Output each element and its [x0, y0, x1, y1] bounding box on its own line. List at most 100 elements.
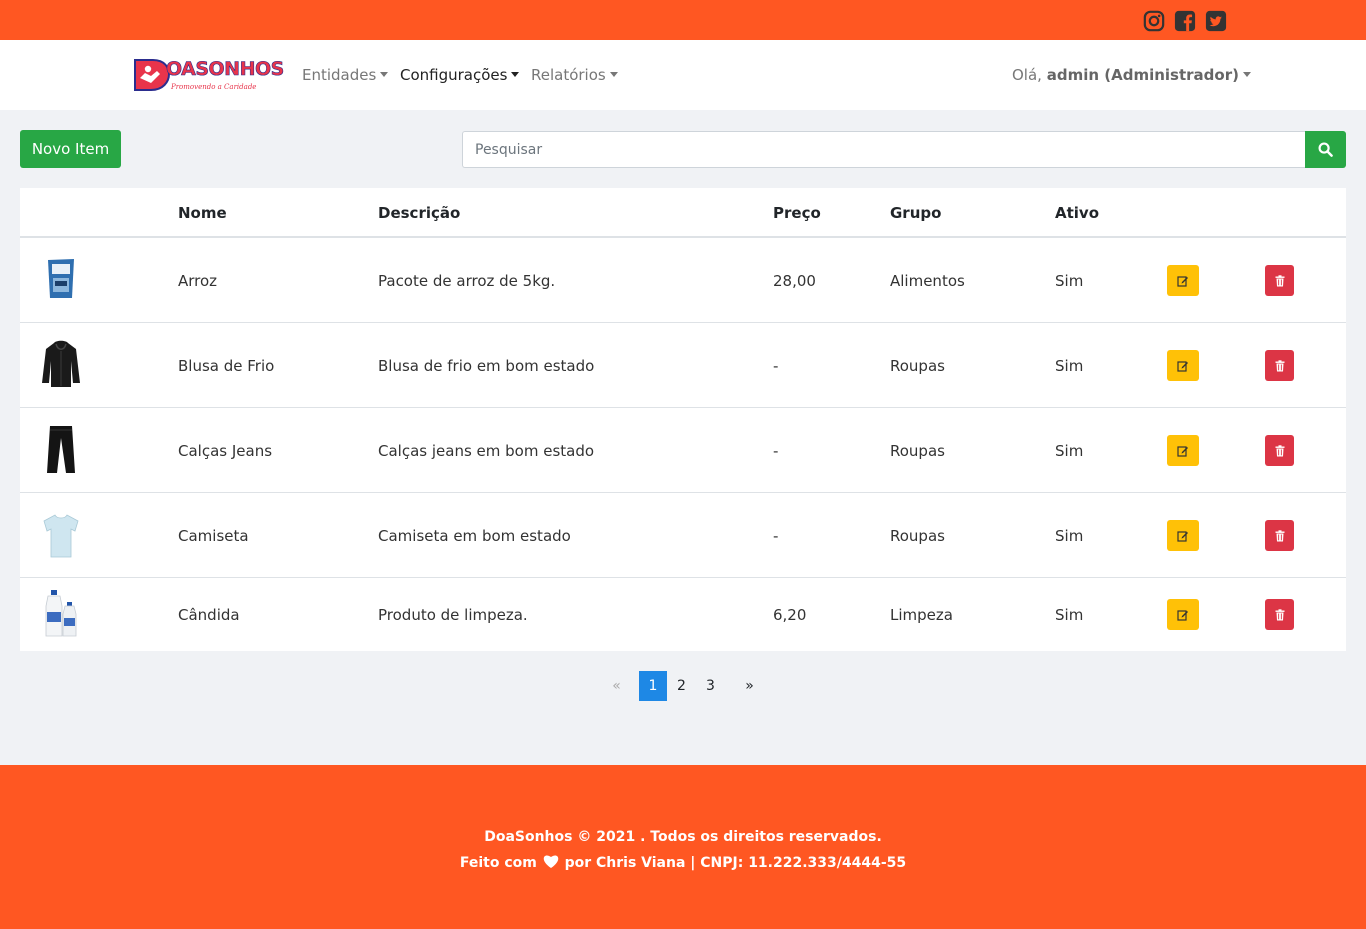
header-nome: Nome [178, 204, 227, 222]
cell-ativo: Sim [1055, 272, 1084, 290]
brand-name: OASONHOS [166, 58, 285, 81]
top-bar [0, 0, 1366, 40]
nav-configuracoes[interactable]: Configurações [400, 66, 520, 84]
cell-descricao: Calças jeans em bom estado [378, 442, 595, 460]
hoodie-icon [42, 340, 80, 387]
main-navbar: OASONHOS Promovendo a Caridade Entidades… [0, 40, 1366, 110]
brand-logo[interactable]: OASONHOS Promovendo a Caridade [131, 52, 285, 98]
page-next[interactable]: » [735, 671, 764, 701]
edit-button[interactable] [1167, 599, 1199, 630]
cell-ativo: Sim [1055, 357, 1084, 375]
cell-grupo: Alimentos [890, 272, 965, 290]
items-table: Nome Descrição Preço Grupo Ativo Arroz P… [20, 188, 1346, 651]
trash-icon [1275, 274, 1284, 286]
bleach-bottles-icon [45, 590, 77, 637]
delete-button[interactable] [1265, 435, 1294, 466]
edit-button[interactable] [1167, 435, 1199, 466]
header-ativo: Ativo [1055, 204, 1100, 222]
delete-button[interactable] [1265, 520, 1294, 551]
cell-nome: Arroz [178, 272, 218, 290]
pants-icon [47, 426, 75, 473]
caret-down-icon [1242, 72, 1251, 77]
cell-grupo: Roupas [890, 527, 945, 545]
footer-suffix: por Chris Viana | CNPJ: 11.222.333/4444-… [564, 855, 907, 871]
nav-entidades[interactable]: Entidades [302, 66, 389, 84]
trash-icon [1275, 608, 1284, 620]
delete-button[interactable] [1265, 265, 1294, 296]
caret-down-icon [609, 72, 618, 77]
nav-label: Relatórios [531, 66, 606, 84]
edit-button[interactable] [1167, 350, 1199, 381]
cell-grupo: Roupas [890, 442, 945, 460]
cell-descricao: Camiseta em bom estado [378, 527, 571, 545]
nav-relatorios[interactable]: Relatórios [531, 66, 618, 84]
cell-ativo: Sim [1055, 606, 1084, 624]
instagram-icon[interactable] [1143, 10, 1165, 32]
edit-icon [1177, 360, 1188, 372]
user-name: admin (Administrador) [1046, 66, 1239, 84]
pagination-spacer [725, 671, 735, 701]
tshirt-icon [43, 514, 79, 558]
cell-grupo: Roupas [890, 357, 945, 375]
cell-preco: - [773, 442, 779, 460]
footer: DoaSonhos © 2021 . Todos os direitos res… [0, 765, 1366, 929]
header-grupo: Grupo [890, 204, 942, 222]
cell-descricao: Produto de limpeza. [378, 606, 528, 624]
table-row: Blusa de Frio Blusa de frio em bom estad… [20, 323, 1346, 408]
cell-grupo: Limpeza [890, 606, 953, 624]
user-menu[interactable]: Olá, admin (Administrador) [1012, 66, 1251, 84]
cell-ativo: Sim [1055, 527, 1084, 545]
header-preco: Preço [773, 204, 821, 222]
table-row: Camiseta Camiseta em bom estado - Roupas… [20, 493, 1346, 578]
caret-down-icon [511, 72, 520, 77]
edit-button[interactable] [1167, 520, 1199, 551]
trash-icon [1275, 444, 1284, 456]
edit-icon [1177, 275, 1188, 287]
pagination: « 1 2 3 » [602, 671, 764, 701]
pagination-spacer [631, 671, 639, 701]
social-links [1143, 10, 1227, 32]
table-row: Cândida Produto de limpeza. 6,20 Limpeza… [20, 578, 1346, 651]
facebook-icon[interactable] [1174, 10, 1196, 32]
cell-descricao: Blusa de frio em bom estado [378, 357, 595, 375]
table-row: Arroz Pacote de arroz de 5kg. 28,00 Alim… [20, 238, 1346, 323]
cell-nome: Cândida [178, 606, 240, 624]
trash-icon [1275, 359, 1284, 371]
header-descricao: Descrição [378, 204, 461, 222]
search-input[interactable] [462, 131, 1305, 168]
brand-tagline: Promovendo a Caridade [171, 83, 257, 91]
cell-descricao: Pacote de arroz de 5kg. [378, 272, 556, 290]
search-icon [1318, 142, 1333, 157]
table-header: Nome Descrição Preço Grupo Ativo [20, 188, 1346, 238]
page-1[interactable]: 1 [639, 671, 667, 701]
new-item-button[interactable]: Novo Item [20, 130, 121, 168]
caret-down-icon [380, 72, 389, 77]
nav-label: Configurações [400, 66, 508, 84]
cell-preco: - [773, 357, 779, 375]
delete-button[interactable] [1265, 350, 1294, 381]
delete-button[interactable] [1265, 599, 1294, 630]
cell-preco: 6,20 [773, 606, 807, 624]
cell-preco: 28,00 [773, 272, 816, 290]
logo-icon [134, 59, 171, 91]
cell-ativo: Sim [1055, 442, 1084, 460]
search-button[interactable] [1305, 131, 1346, 168]
cell-nome: Calças Jeans [178, 442, 273, 460]
page-prev: « [612, 678, 621, 694]
footer-copyright: DoaSonhos © 2021 . Todos os direitos res… [484, 829, 882, 845]
nav-label: Entidades [302, 66, 377, 84]
edit-icon [1177, 609, 1188, 621]
cell-nome: Camiseta [178, 527, 249, 545]
rice-bag-icon [48, 259, 74, 298]
cell-nome: Blusa de Frio [178, 357, 275, 375]
page-3[interactable]: 3 [696, 671, 725, 701]
edit-button[interactable] [1167, 265, 1199, 296]
trash-icon [1275, 529, 1284, 541]
table-row: Calças Jeans Calças jeans em bom estado … [20, 408, 1346, 493]
footer-prefix: Feito com [459, 855, 537, 871]
cell-preco: - [773, 527, 779, 545]
user-greeting: Olá, [1012, 66, 1042, 84]
edit-icon [1177, 530, 1188, 542]
twitter-icon[interactable] [1205, 10, 1227, 32]
page-2[interactable]: 2 [667, 671, 696, 701]
